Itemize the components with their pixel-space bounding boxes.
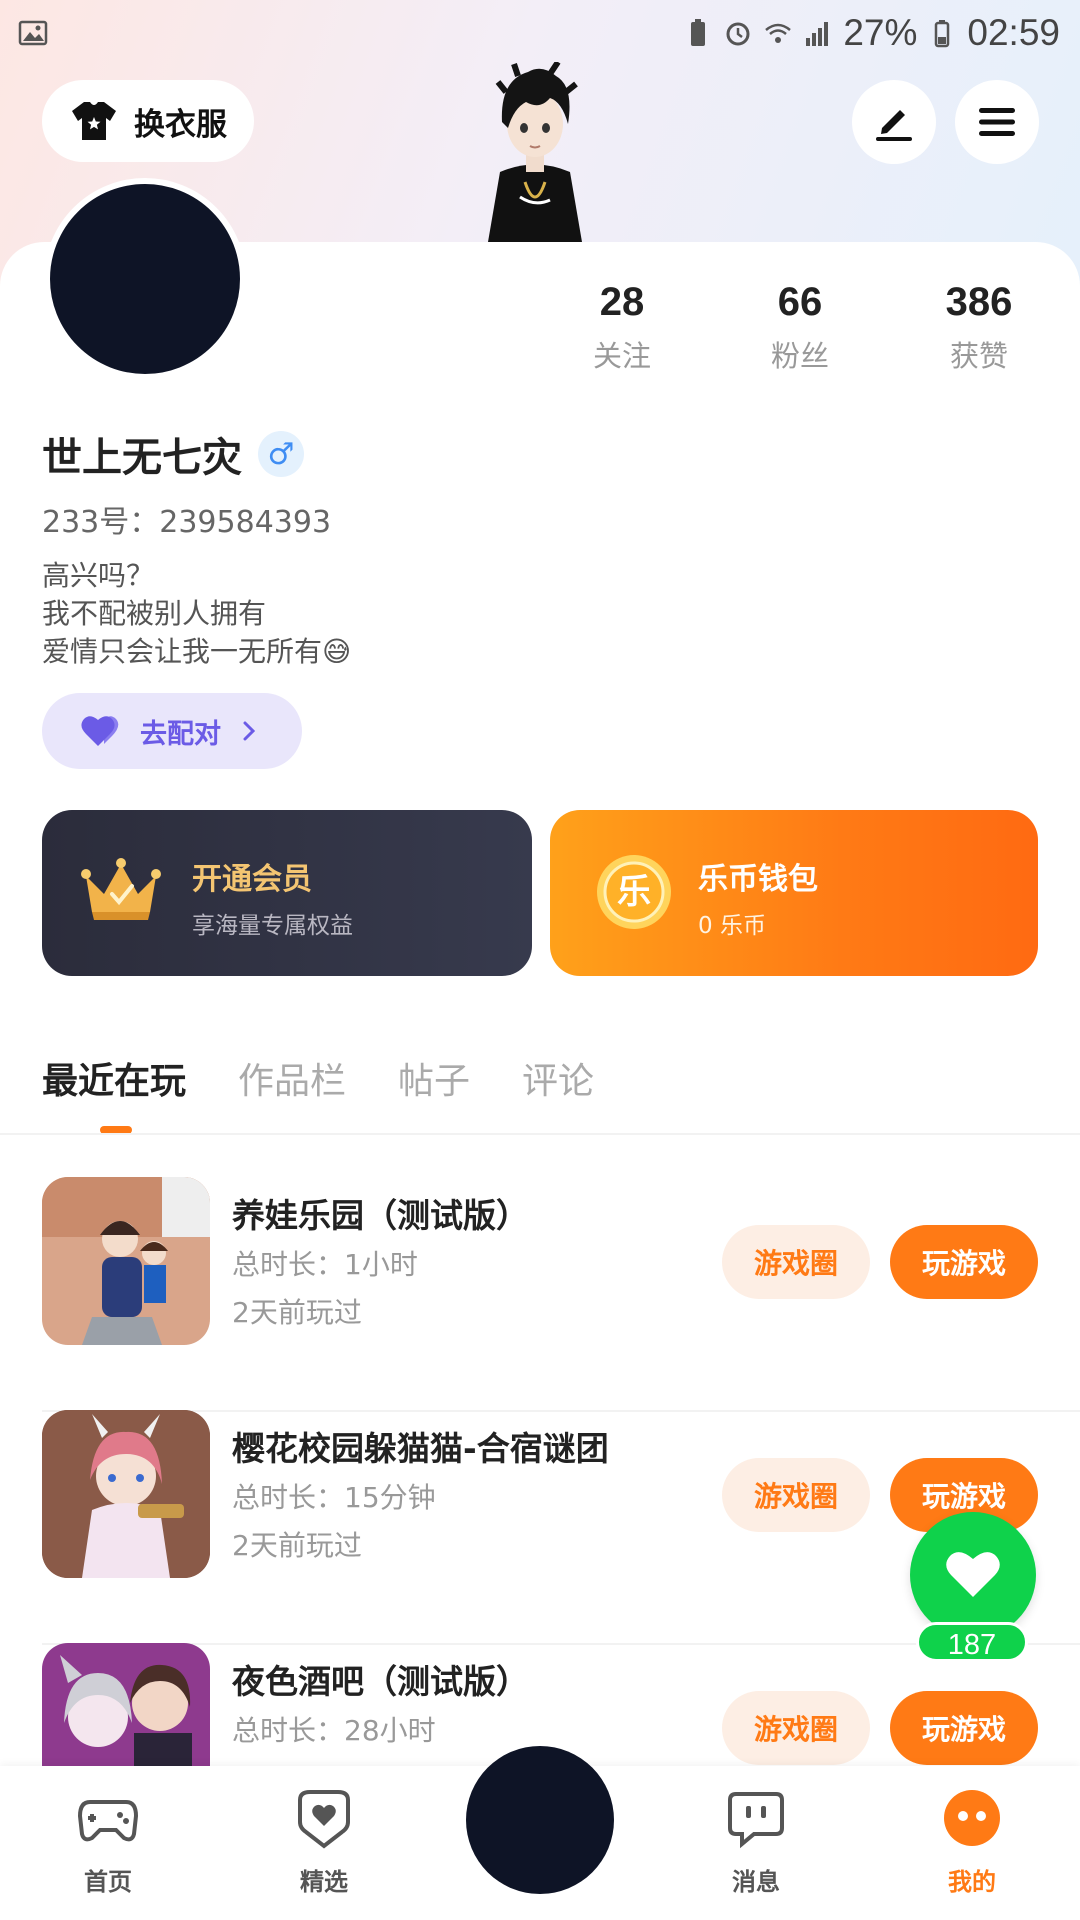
bio-line: 我不配被别人拥有: [42, 597, 267, 630]
nav-item-featured[interactable]: 精选: [254, 1786, 394, 1897]
stat-fans[interactable]: 66 粉丝: [730, 280, 870, 375]
vip-membership-card[interactable]: 开通会员 享海量专属权益: [42, 810, 532, 976]
bio-line: 爱情只会让我一无所有😅: [42, 635, 352, 668]
game-duration: 总时长：15分钟: [232, 1481, 436, 1514]
content-tabs: 最近在玩 作品栏 帖子 评论: [42, 1052, 594, 1104]
wallet-title: 乐币钱包: [698, 862, 818, 897]
wallet-balance: 0 乐币: [698, 913, 766, 939]
game-last-played: 2天前玩过: [232, 1296, 362, 1329]
likes-label: 获赞: [949, 339, 1008, 373]
heart-icon: [946, 1552, 1000, 1597]
battery-percent: 27%: [843, 12, 918, 53]
nav-label-me: 我的: [948, 1868, 996, 1896]
go-match-label: 去配对: [140, 718, 221, 750]
battery-icon: [935, 20, 950, 48]
gallery-notification-icon: [18, 20, 48, 46]
user-id: 233号：239584393: [42, 505, 332, 540]
message-icon: [728, 1792, 784, 1849]
game-title: 樱花校园躲猫猫-合宿谜团: [232, 1429, 609, 1468]
username: 世上无七灾: [42, 435, 242, 481]
game-thumbnail[interactable]: [42, 1177, 210, 1345]
fans-count: 66: [777, 280, 823, 324]
avatar[interactable]: [44, 178, 246, 380]
play-game-button[interactable]: 玩游戏: [890, 1225, 1038, 1299]
game-title: 养娃乐园（测试版）: [232, 1196, 529, 1235]
game-duration: 总时长：1小时: [232, 1248, 418, 1281]
tab-comments[interactable]: 评论: [522, 1052, 594, 1104]
nav-label-featured: 精选: [300, 1868, 348, 1896]
nav-item-home[interactable]: 首页: [38, 1786, 178, 1897]
heart-chat-icon: [298, 1790, 350, 1849]
tab-posts[interactable]: 帖子: [398, 1052, 470, 1104]
fans-label: 粉丝: [770, 339, 829, 373]
bio: 高兴吗？ 我不配被别人拥有 爱情只会让我一无所有😅: [42, 557, 351, 671]
following-label: 关注: [592, 339, 651, 373]
stat-likes[interactable]: 386 获赞: [909, 280, 1049, 375]
go-match-button[interactable]: 去配对: [42, 693, 302, 769]
nav-item-messages[interactable]: 消息: [686, 1786, 826, 1897]
nav-label-home: 首页: [84, 1868, 132, 1896]
clock: 02:59: [967, 12, 1060, 53]
nav-center-button[interactable]: [466, 1746, 614, 1894]
vip-subtitle: 享海量专属权益: [192, 913, 353, 939]
nav-label-messages: 消息: [732, 1868, 780, 1896]
nav-item-me[interactable]: 我的: [902, 1786, 1042, 1897]
play-game-button[interactable]: 玩游戏: [890, 1691, 1038, 1765]
signal-icon: [806, 22, 829, 46]
male-gender-icon: ♂: [258, 431, 304, 477]
change-outfit-label: 换衣服: [134, 106, 227, 143]
game-title: 夜色酒吧（测试版）: [232, 1662, 529, 1701]
like-fab-button[interactable]: [910, 1512, 1036, 1638]
status-bar: 27% 02:59: [0, 0, 1080, 66]
pen-icon: [876, 110, 912, 141]
double-heart-icon: [81, 716, 119, 746]
edit-profile-button[interactable]: [852, 80, 936, 164]
gamepad-icon: [77, 1800, 139, 1842]
profile-face-icon: [944, 1790, 1000, 1846]
game-duration: 总时长：28小时: [232, 1714, 436, 1747]
tabs-divider: [0, 1133, 1080, 1135]
character-avatar-figure[interactable]: [470, 62, 600, 242]
bio-line: 高兴吗？: [42, 559, 155, 592]
change-outfit-button[interactable]: 换衣服: [42, 80, 254, 162]
wifi-icon: [765, 23, 792, 43]
stat-following[interactable]: 28 关注: [552, 280, 692, 375]
tshirt-icon: [72, 102, 116, 140]
tab-recently-played[interactable]: 最近在玩: [42, 1052, 186, 1104]
following-count: 28: [599, 280, 645, 324]
game-row[interactable]: 养娃乐园（测试版） 总时长：1小时 2天前玩过 游戏圈 玩游戏: [42, 1177, 1080, 1412]
coin-char: 乐: [617, 872, 651, 912]
game-circle-button[interactable]: 游戏圈: [722, 1691, 870, 1765]
crown-icon: [81, 858, 161, 920]
alarm-icon: [726, 22, 750, 46]
likes-count: 386: [945, 280, 1013, 324]
vip-title: 开通会员: [192, 862, 312, 897]
game-circle-button[interactable]: 游戏圈: [722, 1225, 870, 1299]
username-row: 世上无七灾 ♂: [42, 425, 304, 483]
tab-works[interactable]: 作品栏: [238, 1052, 346, 1104]
game-circle-button[interactable]: 游戏圈: [722, 1458, 870, 1532]
like-count: 187: [916, 1622, 1028, 1662]
game-last-played: 2天前玩过: [232, 1529, 362, 1562]
wallet-card[interactable]: 乐 乐币钱包 0 乐币: [550, 810, 1038, 976]
game-thumbnail[interactable]: [42, 1410, 210, 1578]
menu-button[interactable]: [955, 80, 1039, 164]
battery-saver-icon: [691, 19, 706, 46]
chevron-right-icon: [243, 721, 256, 741]
hamburger-menu-icon: [979, 108, 1015, 136]
